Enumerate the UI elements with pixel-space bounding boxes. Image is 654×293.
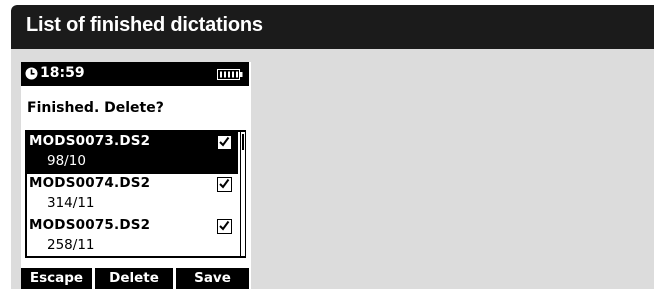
clock-icon: [25, 67, 38, 80]
battery-icon: [217, 69, 243, 80]
dictation-name: MODS0075.DS2: [29, 217, 151, 233]
softkey-bar: Escape Delete Save: [21, 268, 251, 289]
dictation-detail: 314/11: [47, 195, 95, 211]
checkmark-icon: [219, 220, 230, 231]
prompt-text: Finished. Delete?: [27, 100, 164, 116]
scrollbar[interactable]: [240, 132, 246, 256]
status-time: 18:59: [40, 65, 85, 81]
checkmark-icon: [219, 178, 230, 189]
dictation-name: MODS0074.DS2: [29, 175, 151, 191]
dictation-panel: List of finished dictations 18:59 Finish…: [11, 5, 654, 289]
window-title: List of finished dictations: [26, 14, 263, 36]
save-button[interactable]: Save: [176, 268, 249, 289]
checkbox-checked[interactable]: [217, 219, 232, 234]
dictation-list[interactable]: MODS0073.DS2 98/10 MODS0074.DS2 314/11 M…: [25, 130, 246, 258]
checkbox-checked[interactable]: [217, 135, 232, 150]
dictation-name: MODS0073.DS2: [29, 133, 151, 149]
list-item[interactable]: MODS0075.DS2 258/11: [27, 216, 238, 258]
checkbox-checked[interactable]: [217, 177, 232, 192]
scroll-thumb[interactable]: [242, 134, 244, 150]
dictation-detail: 98/10: [47, 153, 86, 169]
list-item[interactable]: MODS0074.DS2 314/11: [27, 174, 238, 216]
escape-button[interactable]: Escape: [21, 268, 92, 289]
prompt-area: Finished. Delete?: [21, 86, 249, 128]
checkmark-icon: [219, 136, 230, 147]
device-screen: 18:59 Finished. Delete? MODS0073.DS2 98/…: [21, 62, 251, 289]
list-item[interactable]: MODS0073.DS2 98/10: [27, 132, 238, 174]
delete-button[interactable]: Delete: [95, 268, 173, 289]
dictation-detail: 258/11: [47, 237, 95, 253]
title-bar: List of finished dictations: [11, 5, 654, 49]
status-bar: 18:59: [21, 62, 249, 86]
